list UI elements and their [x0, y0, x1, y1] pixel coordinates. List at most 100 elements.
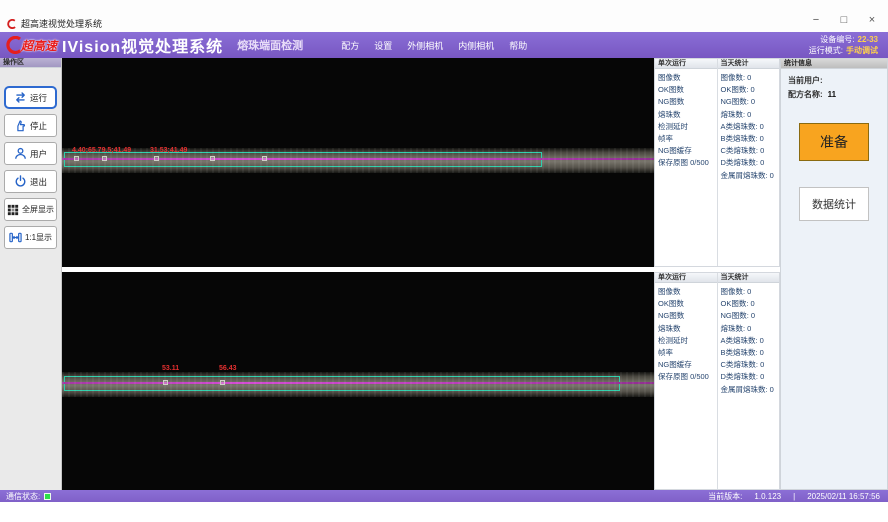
defect-mark: [163, 380, 168, 385]
version-value: 1.0.123: [754, 492, 781, 501]
stat-row: 熔珠数: 0: [721, 109, 780, 121]
user-button-label: 用户: [30, 148, 47, 160]
defect-mark: [262, 156, 267, 161]
stat-row: NG图数: 0: [721, 310, 780, 322]
app-title: IVision视觉处理系统: [62, 33, 223, 57]
device-number-label: 设备编号:: [820, 35, 854, 44]
defect-mark: [210, 156, 215, 161]
brand-logo: 超高速: [4, 36, 57, 54]
stat-row: C类熔珠数: 0: [721, 145, 780, 157]
stat-row: 帧率: [658, 347, 717, 359]
stat-row: A类熔珠数: 0: [721, 335, 780, 347]
status-separator: |: [793, 492, 795, 501]
menu-inner-camera[interactable]: 内侧相机: [458, 39, 494, 52]
run-mode-label: 运行模式:: [809, 46, 843, 55]
menu-settings[interactable]: 设置: [374, 39, 392, 52]
exit-button-label: 退出: [30, 176, 47, 188]
today-stats-column: 当天统计 图像数: 0 OK图数: 0 NG图数: 0 熔珠数: 0 A类熔珠数…: [718, 273, 780, 489]
stat-row: A类熔珠数: 0: [721, 121, 780, 133]
stat-row: B类熔珠数: 0: [721, 347, 780, 359]
os-titlebar: 超高速视觉处理系统 − □ ×: [0, 0, 888, 32]
app-header: 超高速 IVision视觉处理系统 熔珠端面检测 配方 设置 外侧相机 内侧相机…: [0, 32, 888, 58]
datetime-value: 2025/02/11 16:57:56: [807, 492, 880, 501]
version-label: 当前版本:: [708, 491, 742, 502]
stat-row: B类熔珠数: 0: [721, 133, 780, 145]
single-run-title: 单次运行: [655, 59, 717, 69]
stat-row: C类熔珠数: 0: [721, 359, 780, 371]
current-user-label: 当前用户:: [788, 76, 823, 85]
statistics-info-panel: 统计信息 当前用户: 配方名称:11 准备 数据统计: [780, 58, 888, 490]
data-statistics-button[interactable]: 数据统计: [799, 187, 869, 221]
single-run-column: 单次运行 图像数 OK图数 NG图数 熔珠数 检测延时 帧率 NG图缓存 保存原…: [655, 59, 718, 266]
status-bar: 通信状态: 当前版本: 1.0.123 | 2025/02/11 16:57:5…: [0, 490, 888, 502]
fullscreen-button[interactable]: 全屏显示: [4, 198, 57, 221]
prepare-button[interactable]: 准备: [799, 123, 869, 161]
today-stats-title: 当天统计: [718, 59, 780, 69]
single-run-column: 单次运行 图像数 OK图数 NG图数 熔珠数 检测延时 帧率 NG图缓存 保存原…: [655, 273, 718, 489]
run-arrows-icon: [14, 91, 27, 104]
operation-sidebar: 操作区 运行 停止 用户 退出 全屏显示: [0, 58, 62, 490]
defect-mark: [74, 156, 79, 161]
app-logo-icon: [6, 19, 17, 29]
stat-row: NG图缓存: [658, 359, 717, 371]
stat-row: 检测延时: [658, 121, 717, 133]
statistics-info-title: 统计信息: [781, 59, 887, 69]
grid-icon: [7, 204, 19, 216]
stat-row: 金属屑熔珠数: 0: [721, 170, 780, 182]
stop-button[interactable]: 停止: [4, 114, 57, 137]
stat-row: 检测延时: [658, 335, 717, 347]
stat-row: NG图数: [658, 96, 717, 108]
exit-button[interactable]: 退出: [4, 170, 57, 193]
app-subtitle: 熔珠端面检测: [237, 37, 303, 53]
menu-help[interactable]: 帮助: [509, 39, 527, 52]
roi-box: [64, 376, 620, 391]
main-menu: 配方 设置 外侧相机 内侧相机 帮助: [341, 39, 527, 52]
defect-mark: [102, 156, 107, 161]
stats-group-camera-1: 单次运行 图像数 OK图数 NG图数 熔珠数 检测延时 帧率 NG图缓存 保存原…: [654, 58, 780, 267]
recipe-name-label: 配方名称:: [788, 90, 823, 99]
stat-row: 图像数: 0: [721, 72, 780, 84]
stat-row: D类熔珠数: 0: [721, 157, 780, 169]
measurement-annotation: 4.40;65.79.5;41.49: [72, 147, 131, 154]
defect-mark: [220, 380, 225, 385]
device-info: 设备编号:22-33 运行模式:手动调试: [809, 34, 878, 56]
comm-status-label: 通信状态:: [6, 491, 40, 502]
close-button[interactable]: ×: [866, 13, 878, 27]
camera-view-2: 53.11 56.43: [62, 272, 654, 490]
run-button[interactable]: 运行: [4, 86, 57, 109]
one-to-one-button-label: 1:1显示: [25, 232, 52, 243]
stat-row: D类熔珠数: 0: [721, 371, 780, 383]
user-icon: [14, 147, 27, 160]
stat-row: 图像数: [658, 72, 717, 84]
stat-row: NG图数: [658, 310, 717, 322]
maximize-button[interactable]: □: [838, 13, 850, 27]
user-button[interactable]: 用户: [4, 142, 57, 165]
stat-row: 熔珠数: [658, 109, 717, 121]
stat-row: 保存原图 0/500: [658, 371, 717, 383]
today-stats-title: 当天统计: [718, 273, 780, 283]
operation-panel-title: 操作区: [0, 58, 61, 68]
stat-row: 图像数: 0: [721, 286, 780, 298]
minimize-button[interactable]: −: [810, 13, 822, 27]
stat-row: 图像数: [658, 286, 717, 298]
stats-group-camera-2: 单次运行 图像数 OK图数 NG图数 熔珠数 检测延时 帧率 NG图缓存 保存原…: [654, 272, 780, 490]
hand-click-icon: [14, 119, 27, 132]
today-stats-column: 当天统计 图像数: 0 OK图数: 0 NG图数: 0 熔珠数: 0 A类熔珠数…: [718, 59, 780, 266]
stat-row: OK图数: 0: [721, 84, 780, 96]
laser-line: [62, 382, 654, 384]
inspection-strip: 4.40;65.79.5;41.49 31.53;41.49: [62, 148, 654, 173]
measurement-annotation: 53.11: [162, 365, 179, 372]
menu-recipe[interactable]: 配方: [341, 39, 359, 52]
stat-row: OK图数: [658, 84, 717, 96]
menu-outer-camera[interactable]: 外侧相机: [407, 39, 443, 52]
defect-mark: [154, 156, 159, 161]
stat-row: NG图缓存: [658, 145, 717, 157]
one-to-one-button[interactable]: 1:1显示: [4, 226, 57, 249]
window-title: 超高速视觉处理系统: [21, 17, 102, 30]
measurement-annotation: 31.53;41.49: [150, 147, 187, 154]
one-to-one-icon: [9, 231, 22, 244]
stat-row: NG图数: 0: [721, 96, 780, 108]
comm-status-indicator: [44, 493, 51, 500]
app-window: 超高速视觉处理系统 − □ × 超高速 IVision视觉处理系统 熔珠端面检测…: [0, 0, 888, 522]
fullscreen-button-label: 全屏显示: [22, 204, 54, 215]
